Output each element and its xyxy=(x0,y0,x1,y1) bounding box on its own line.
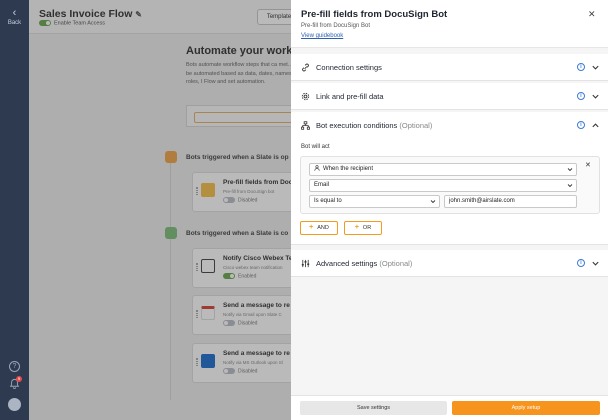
help-icon[interactable]: ? xyxy=(9,361,20,372)
value-input[interactable]: john.smith@airslate.com xyxy=(444,195,577,208)
modal-overlay[interactable] xyxy=(29,0,291,420)
close-icon[interactable]: ✕ xyxy=(588,9,596,20)
left-rail: ‹ Back ? 9 xyxy=(0,0,29,420)
info-icon[interactable]: i xyxy=(577,63,585,71)
execution-conditions-body: Bot will act When the recipient ✕ Email … xyxy=(291,137,608,245)
person-icon xyxy=(314,165,320,171)
add-or-button[interactable]: + OR xyxy=(344,221,382,235)
panel-footer: Save settings Apply setup xyxy=(291,395,608,420)
apply-setup-button[interactable]: Apply setup xyxy=(452,401,600,415)
chevron-down-icon xyxy=(567,184,573,188)
connection-settings-section[interactable]: Connection settings i xyxy=(291,54,608,81)
bot-settings-panel: Pre-fill fields from DocuSign Bot Pre-fi… xyxy=(291,0,608,420)
advanced-settings-section[interactable]: Advanced settings (Optional) i xyxy=(291,250,608,277)
execution-conditions-label: Bot execution conditions (Optional) xyxy=(316,121,433,130)
info-icon[interactable]: i xyxy=(577,92,585,100)
recipient-select[interactable]: When the recipient xyxy=(309,163,577,176)
connection-settings-label: Connection settings xyxy=(316,63,382,72)
chevron-down-icon[interactable] xyxy=(591,63,600,72)
link-prefill-section[interactable]: Link and pre-fill data i xyxy=(291,83,608,110)
chevron-down-icon xyxy=(430,200,436,204)
advanced-settings-label: Advanced settings (Optional) xyxy=(316,259,413,268)
field-select[interactable]: Email xyxy=(309,179,577,192)
back-label: Back xyxy=(7,20,22,26)
bot-will-act-label: Bot will act xyxy=(301,144,330,150)
operator-select[interactable]: Is equal to xyxy=(309,195,440,208)
notification-badge: 9 xyxy=(16,376,22,382)
info-icon[interactable]: i xyxy=(577,121,585,129)
info-icon[interactable]: i xyxy=(577,259,585,267)
avatar[interactable] xyxy=(8,398,21,411)
gear-icon xyxy=(301,92,310,101)
guidebook-link[interactable]: View guidebook xyxy=(301,33,343,39)
back-button[interactable]: ‹ Back xyxy=(0,7,29,27)
panel-header: Pre-fill fields from DocuSign Bot Pre-fi… xyxy=(291,0,608,48)
add-and-button[interactable]: + AND xyxy=(300,221,338,235)
hierarchy-icon xyxy=(301,121,310,130)
link-icon xyxy=(302,63,309,72)
chevron-down-icon[interactable] xyxy=(591,259,600,268)
execution-conditions-section[interactable]: Bot execution conditions (Optional) i xyxy=(291,112,608,139)
panel-subtitle: Pre-fill from DocuSign Bot xyxy=(301,23,371,29)
chevron-left-icon: ‹ xyxy=(12,7,17,19)
sliders-icon xyxy=(301,259,310,268)
link-prefill-label: Link and pre-fill data xyxy=(316,92,384,101)
chevron-down-icon[interactable] xyxy=(591,92,600,101)
save-settings-button[interactable]: Save settings xyxy=(300,401,447,415)
condition-group: When the recipient ✕ Email Is equal to j… xyxy=(300,156,600,214)
chevron-up-icon[interactable] xyxy=(591,121,600,130)
panel-title: Pre-fill fields from DocuSign Bot xyxy=(301,9,448,20)
chevron-down-icon xyxy=(567,168,573,172)
remove-condition-icon[interactable]: ✕ xyxy=(585,161,591,169)
